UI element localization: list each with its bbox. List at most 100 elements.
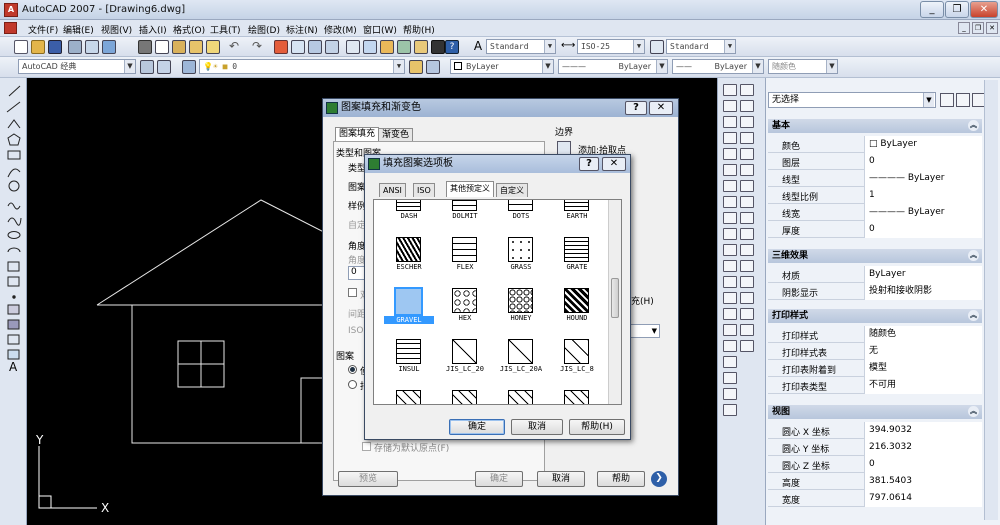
section-general[interactable]: 基本 ︽ xyxy=(768,119,982,133)
palette-cancel-button[interactable]: 取消 xyxy=(511,419,563,435)
trim-icon[interactable] xyxy=(740,228,754,240)
use-current-origin-radio[interactable] xyxy=(348,365,357,374)
menu-modify[interactable]: 修改(M) xyxy=(324,23,357,36)
new-icon[interactable] xyxy=(14,40,28,54)
prop-value[interactable]: 随颜色 xyxy=(864,326,982,343)
text-style-icon[interactable]: A xyxy=(471,40,485,54)
fillet-icon[interactable] xyxy=(740,324,754,336)
section-plot-style[interactable]: 打印样式 ︽ xyxy=(768,309,982,323)
plot-icon[interactable] xyxy=(68,40,82,54)
stretch-icon[interactable] xyxy=(740,212,754,224)
tab-hatch[interactable]: 图案填充 xyxy=(335,127,380,141)
linear-dim-icon[interactable] xyxy=(723,84,737,96)
prop-value[interactable]: □ ByLayer xyxy=(864,136,982,153)
redo-icon[interactable]: ↷ xyxy=(250,40,264,54)
doc-close-button[interactable]: ✕ xyxy=(986,22,998,34)
jogged-icon[interactable] xyxy=(723,164,737,176)
menu-draw[interactable]: 绘图(D) xyxy=(248,23,280,36)
prop-value[interactable]: ByLayer xyxy=(864,266,982,283)
workspace-settings-icon[interactable] xyxy=(140,60,154,74)
diameter-icon[interactable] xyxy=(723,180,737,192)
open-icon[interactable] xyxy=(31,40,45,54)
pattern-scrollbar[interactable] xyxy=(608,200,621,404)
paste-icon[interactable] xyxy=(172,40,186,54)
layer-previous-icon[interactable] xyxy=(426,60,440,74)
angular-icon[interactable] xyxy=(723,196,737,208)
explode-icon[interactable] xyxy=(740,340,754,352)
break-icon[interactable] xyxy=(740,276,754,288)
help-icon[interactable]: ? xyxy=(445,40,459,54)
match-properties-icon[interactable] xyxy=(189,40,203,54)
menu-edit[interactable]: 编辑(E) xyxy=(63,23,94,36)
menu-help[interactable]: 帮助(H) xyxy=(403,23,435,36)
prop-value[interactable]: 无 xyxy=(864,343,982,360)
table-style-select[interactable]: Standard ▼ xyxy=(666,39,736,54)
store-default-checkbox[interactable] xyxy=(362,442,371,451)
chamfer-icon[interactable] xyxy=(740,308,754,320)
scrollbar-thumb[interactable] xyxy=(611,278,619,318)
offset-icon[interactable] xyxy=(740,132,754,144)
radius-icon[interactable] xyxy=(723,148,737,160)
tab-other-predefined[interactable]: 其他预定义 xyxy=(446,181,494,197)
quick-dim-icon[interactable] xyxy=(723,212,737,224)
dim-style-tool-icon[interactable] xyxy=(723,356,737,368)
move-icon[interactable] xyxy=(740,164,754,176)
menu-file[interactable]: 文件(F) xyxy=(28,23,58,36)
extend-icon[interactable] xyxy=(740,244,754,256)
properties-icon[interactable] xyxy=(346,40,360,54)
prop-value[interactable]: 1 xyxy=(864,187,982,204)
prop-value[interactable]: 0 xyxy=(864,221,982,238)
hatch-ok-button[interactable]: 确定 xyxy=(475,471,523,487)
close-button[interactable]: ✕ xyxy=(970,1,998,18)
dim-update-icon[interactable] xyxy=(723,340,737,352)
dim-style-select[interactable]: ISO-25 ▼ xyxy=(577,39,645,54)
zoom-realtime-icon[interactable] xyxy=(291,40,305,54)
section-3d-effects[interactable]: 三维效果 ︽ xyxy=(768,249,982,263)
markup-icon[interactable] xyxy=(414,40,428,54)
hatch-help-bottom-button[interactable]: 帮助 xyxy=(597,471,645,487)
quick-select-icon[interactable] xyxy=(940,93,954,107)
copy-icon[interactable] xyxy=(155,40,169,54)
document-icon[interactable] xyxy=(4,22,17,34)
erase-icon[interactable] xyxy=(740,84,754,96)
minimize-button[interactable]: _ xyxy=(920,1,944,18)
draworder-back-icon[interactable] xyxy=(723,388,737,400)
menu-format[interactable]: 格式(O) xyxy=(173,23,205,36)
section-view[interactable]: 视图 ︽ xyxy=(768,405,982,419)
sheet-set-icon[interactable] xyxy=(397,40,411,54)
array-icon[interactable] xyxy=(740,148,754,160)
continue-icon[interactable] xyxy=(723,244,737,256)
menu-tools[interactable]: 工具(T) xyxy=(210,23,241,36)
text-style-select[interactable]: Standard ▼ xyxy=(486,39,556,54)
palette-help-button[interactable]: ? xyxy=(579,157,599,171)
palette-ok-button[interactable]: 确定 xyxy=(449,419,505,435)
layer-select[interactable]: 💡☀ ■ 0 ▼ xyxy=(199,59,405,74)
doc-minimize-button[interactable]: _ xyxy=(958,22,970,34)
tolerance-icon[interactable] xyxy=(723,276,737,288)
make-object-layer-current-icon[interactable] xyxy=(409,60,423,74)
break-point-icon[interactable] xyxy=(740,260,754,272)
prop-value[interactable]: 797.0614 xyxy=(864,490,982,507)
menu-window[interactable]: 窗口(W) xyxy=(363,23,397,36)
plot-preview-icon[interactable] xyxy=(85,40,99,54)
specified-origin-radio[interactable] xyxy=(348,380,357,389)
prop-value[interactable]: 381.5403 xyxy=(864,473,982,490)
table-style-icon[interactable] xyxy=(650,40,664,54)
ordinate-icon[interactable] xyxy=(723,132,737,144)
hatch-cancel-button[interactable]: 取消 xyxy=(537,471,585,487)
plot-style-select[interactable]: 随颜色 ▼ xyxy=(768,59,838,74)
qleader-icon[interactable] xyxy=(723,260,737,272)
lineweight-select[interactable]: —— ByLayer ▼ xyxy=(672,59,764,74)
hatch-close-button[interactable]: ✕ xyxy=(649,101,673,115)
prop-value[interactable]: 模型 xyxy=(864,360,982,377)
tab-gradient[interactable]: 渐变色 xyxy=(378,128,414,141)
arc-length-icon[interactable] xyxy=(723,116,737,128)
menu-dimension[interactable]: 标注(N) xyxy=(286,23,318,36)
dimtedit-icon[interactable] xyxy=(723,324,737,336)
tab-iso[interactable]: ISO xyxy=(413,183,435,197)
zoom-window-icon[interactable] xyxy=(308,40,322,54)
doc-restore-button[interactable]: ❐ xyxy=(972,22,984,34)
palette-close-button[interactable]: ✕ xyxy=(602,157,626,171)
add-pick-points-icon[interactable] xyxy=(557,141,571,155)
double-checkbox[interactable] xyxy=(348,288,357,297)
